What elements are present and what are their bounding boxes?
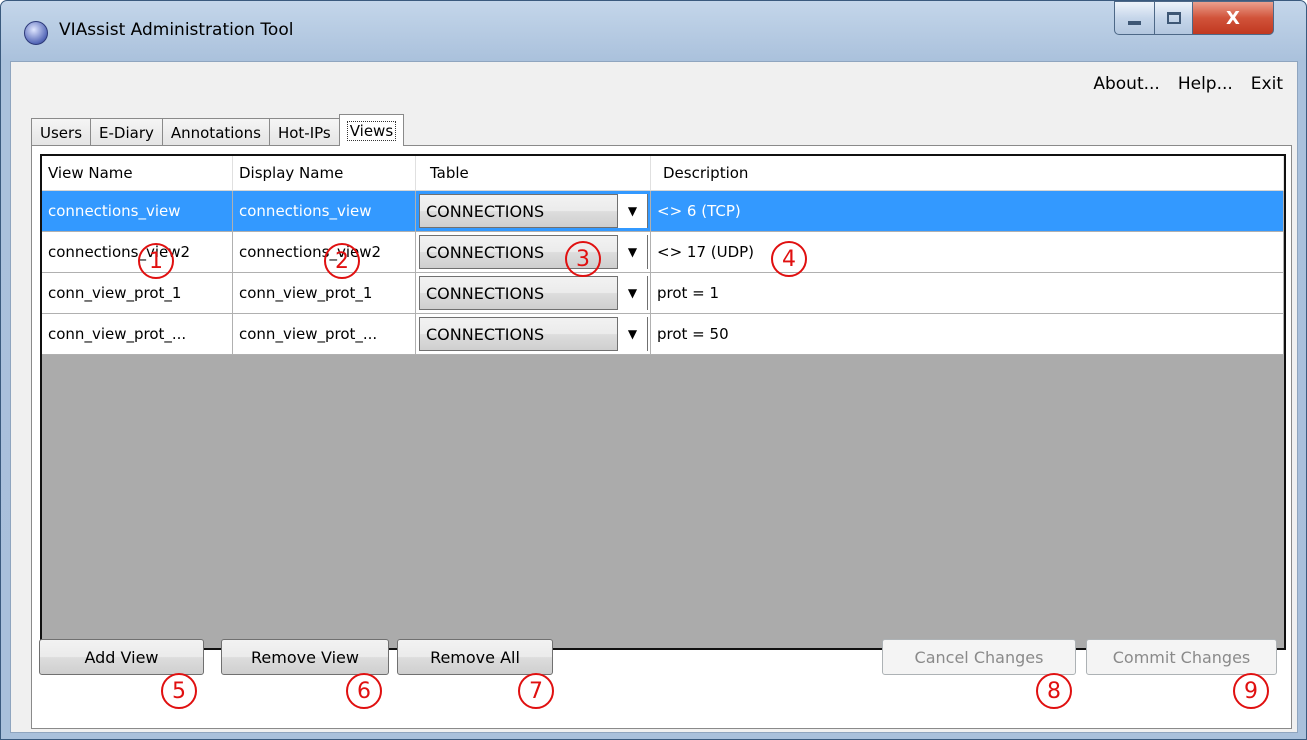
maximize-button[interactable] xyxy=(1154,1,1193,35)
view-name-cell[interactable]: connections_view xyxy=(42,191,233,231)
dropdown-arrow-icon[interactable]: ▼ xyxy=(617,194,647,228)
tab-views[interactable]: Views xyxy=(338,114,405,146)
combobox-value: CONNECTIONS xyxy=(426,324,545,344)
commit-changes-button[interactable]: Commit Changes xyxy=(1086,639,1277,675)
table-row[interactable]: connections_view connections_view CONNEC… xyxy=(42,191,1284,232)
close-icon: X xyxy=(1226,7,1240,29)
table-row[interactable]: conn_view_prot_... conn_view_prot_... CO… xyxy=(42,314,1284,355)
commit-changes-label: Commit Changes xyxy=(1112,647,1251,667)
tab-hot-ips-label: Hot-IPs xyxy=(277,123,331,142)
tab-strip: Users E-Diary Annotations Hot-IPs Views xyxy=(31,114,405,146)
app-icon xyxy=(24,21,48,45)
remove-view-label: Remove View xyxy=(251,647,359,667)
table-cell: CONNECTIONS ▼ xyxy=(416,232,651,272)
maximize-icon xyxy=(1166,12,1181,24)
annotation-marker-4: 4 xyxy=(771,241,807,277)
dropdown-arrow-icon[interactable]: ▼ xyxy=(617,317,647,351)
annotation-marker-2: 2 xyxy=(324,243,360,279)
minimize-icon xyxy=(1128,21,1141,25)
column-header-display-name[interactable]: Display Name xyxy=(233,156,416,190)
combobox-value: CONNECTIONS xyxy=(426,201,545,221)
tab-annotations[interactable]: Annotations xyxy=(161,118,270,146)
annotation-marker-9: 9 xyxy=(1233,673,1269,709)
description-cell[interactable]: prot = 50 xyxy=(651,314,1284,354)
menu-bar: About... Help... Exit xyxy=(1093,74,1283,94)
tab-hot-ips[interactable]: Hot-IPs xyxy=(268,118,340,146)
annotation-marker-8: 8 xyxy=(1036,673,1072,709)
view-name-cell[interactable]: conn_view_prot_... xyxy=(42,314,233,354)
table-combobox[interactable]: CONNECTIONS ▼ xyxy=(419,276,648,310)
table-combobox[interactable]: CONNECTIONS ▼ xyxy=(419,317,648,351)
table-row[interactable]: connections_view2 connections_view2 CONN… xyxy=(42,232,1284,273)
table-row[interactable]: conn_view_prot_1 conn_view_prot_1 CONNEC… xyxy=(42,273,1284,314)
annotation-marker-5: 5 xyxy=(161,673,197,709)
menu-about[interactable]: About... xyxy=(1093,74,1159,94)
grid-header: View Name Display Name Table Description xyxy=(42,156,1284,191)
annotation-marker-3: 3 xyxy=(565,241,601,277)
client-area: About... Help... Exit Users E-Diary Anno… xyxy=(10,61,1298,733)
remove-view-button[interactable]: Remove View xyxy=(221,639,389,675)
table-cell: CONNECTIONS ▼ xyxy=(416,314,651,354)
description-cell[interactable]: prot = 1 xyxy=(651,273,1284,313)
view-name-cell[interactable]: connections_view2 xyxy=(42,232,233,272)
table-combobox[interactable]: CONNECTIONS ▼ xyxy=(419,194,648,228)
cancel-changes-label: Cancel Changes xyxy=(914,647,1044,667)
column-header-description[interactable]: Description xyxy=(651,156,1284,190)
cancel-changes-button[interactable]: Cancel Changes xyxy=(882,639,1076,675)
tab-users-label: Users xyxy=(40,123,83,142)
description-cell[interactable]: <> 6 (TCP) xyxy=(651,191,1284,231)
column-header-table[interactable]: Table xyxy=(416,156,651,190)
view-name-cell[interactable]: conn_view_prot_1 xyxy=(42,273,233,313)
menu-exit[interactable]: Exit xyxy=(1251,74,1283,94)
annotation-marker-1: 1 xyxy=(138,243,174,279)
tab-users[interactable]: Users xyxy=(31,118,92,146)
combobox-value: CONNECTIONS xyxy=(426,283,545,303)
display-name-cell[interactable]: connections_view xyxy=(233,191,416,231)
minimize-button[interactable] xyxy=(1114,1,1155,35)
annotation-marker-6: 6 xyxy=(346,673,382,709)
display-name-cell[interactable]: conn_view_prot_... xyxy=(233,314,416,354)
remove-all-label: Remove All xyxy=(430,647,520,667)
remove-all-button[interactable]: Remove All xyxy=(397,639,553,675)
dropdown-arrow-icon[interactable]: ▼ xyxy=(617,235,647,269)
tab-e-diary[interactable]: E-Diary xyxy=(90,118,163,146)
table-combobox[interactable]: CONNECTIONS ▼ xyxy=(419,235,648,269)
add-view-label: Add View xyxy=(84,647,159,667)
dropdown-arrow-icon[interactable]: ▼ xyxy=(617,276,647,310)
close-button[interactable]: X xyxy=(1192,1,1274,35)
description-cell[interactable]: <> 17 (UDP) xyxy=(651,232,1284,272)
add-view-button[interactable]: Add View xyxy=(39,639,204,675)
annotation-marker-7: 7 xyxy=(518,673,554,709)
column-header-view-name[interactable]: View Name xyxy=(42,156,233,190)
display-name-cell[interactable]: conn_view_prot_1 xyxy=(233,273,416,313)
tab-e-diary-label: E-Diary xyxy=(99,123,154,142)
title-bar[interactable]: VIAssist Administration Tool X xyxy=(1,1,1306,61)
table-cell: CONNECTIONS ▼ xyxy=(416,273,651,313)
table-cell: CONNECTIONS ▼ xyxy=(416,191,651,231)
window-title: VIAssist Administration Tool xyxy=(59,20,294,40)
tab-annotations-label: Annotations xyxy=(170,123,261,142)
app-window: VIAssist Administration Tool X About... … xyxy=(0,0,1307,740)
views-grid[interactable]: View Name Display Name Table Description… xyxy=(40,154,1286,650)
tab-views-label: Views xyxy=(346,120,397,141)
menu-help[interactable]: Help... xyxy=(1178,74,1233,94)
